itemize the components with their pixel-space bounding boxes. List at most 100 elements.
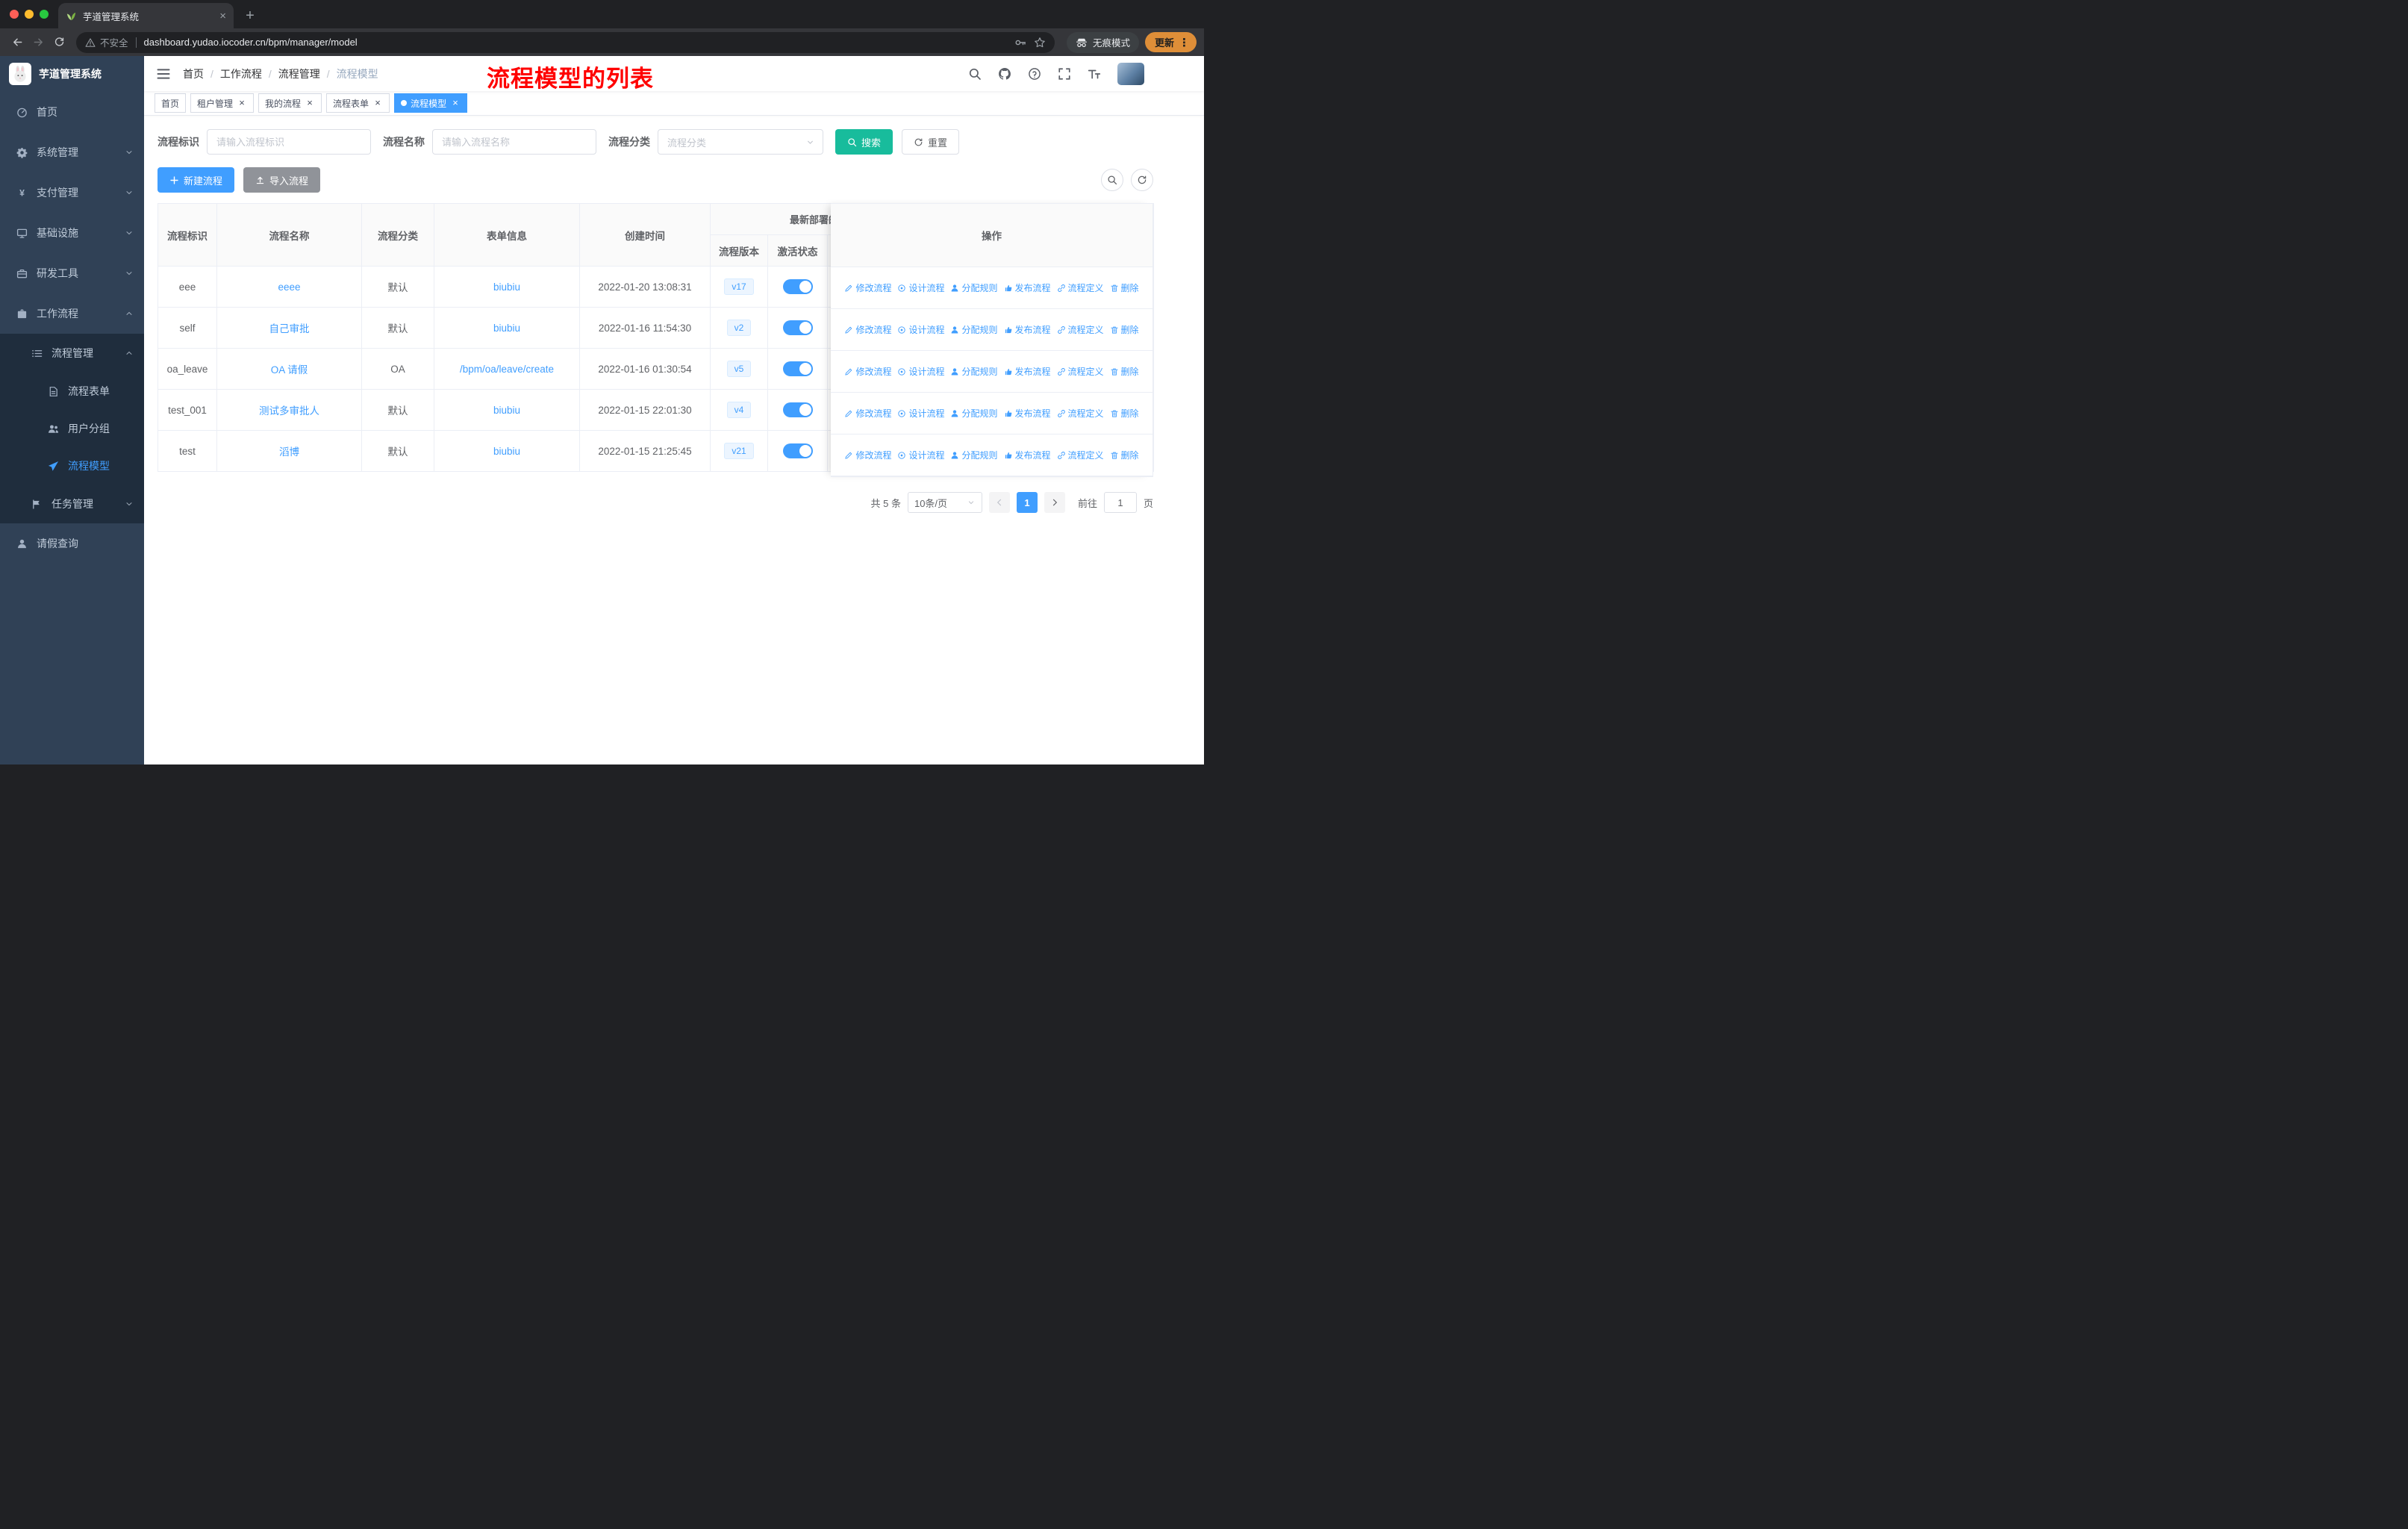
sidebar-item-workflow[interactable]: 工作流程 <box>0 293 144 334</box>
row-action-design[interactable]: 设计流程 <box>897 281 944 294</box>
browser-tab[interactable]: 芋道管理系统 × <box>58 3 234 28</box>
sidebar-item-process-form[interactable]: 流程表单 <box>0 373 144 410</box>
help-icon[interactable] <box>1028 67 1041 81</box>
close-window-button[interactable] <box>10 10 19 19</box>
tag-close-icon[interactable]: × <box>450 98 461 108</box>
row-action-delete[interactable]: 删除 <box>1110 407 1139 420</box>
font-size-icon[interactable] <box>1088 67 1101 81</box>
active-toggle[interactable] <box>782 361 813 376</box>
password-key-icon[interactable] <box>1014 37 1026 49</box>
sidebar-item-home[interactable]: 首页 <box>0 92 144 132</box>
row-action-assign[interactable]: 分配规则 <box>950 365 998 378</box>
row-action-publish[interactable]: 发布流程 <box>1004 323 1051 336</box>
active-toggle[interactable] <box>782 402 813 417</box>
tag-my-process[interactable]: 我的流程 × <box>258 93 322 113</box>
breadcrumb-item[interactable]: 流程管理 <box>278 66 320 81</box>
reload-button[interactable] <box>49 33 69 52</box>
reset-button[interactable]: 重置 <box>902 129 960 155</box>
row-action-publish[interactable]: 发布流程 <box>1004 407 1051 420</box>
row-action-edit[interactable]: 修改流程 <box>844 281 891 294</box>
row-action-assign[interactable]: 分配规则 <box>950 449 998 461</box>
row-action-assign[interactable]: 分配规则 <box>950 323 998 336</box>
row-action-design[interactable]: 设计流程 <box>897 449 944 461</box>
tab-close-icon[interactable]: × <box>219 10 226 22</box>
tag-close-icon[interactable]: × <box>305 98 315 108</box>
sidebar-item-payment-management[interactable]: ¥ 支付管理 <box>0 172 144 213</box>
row-action-delete[interactable]: 删除 <box>1110 323 1139 336</box>
row-action-edit[interactable]: 修改流程 <box>844 323 891 336</box>
new-tab-button[interactable]: + <box>240 5 261 26</box>
row-action-publish[interactable]: 发布流程 <box>1004 281 1051 294</box>
fullscreen-icon[interactable] <box>1058 67 1071 81</box>
menu-dots-icon[interactable]: ⋮ <box>1179 36 1190 49</box>
row-action-definition[interactable]: 流程定义 <box>1057 281 1104 294</box>
form-info-link[interactable]: biubiu <box>493 405 520 416</box>
tag-process-form[interactable]: 流程表单 × <box>326 93 390 113</box>
process-name-link[interactable]: 滔博 <box>279 446 299 458</box>
sidebar-item-infrastructure[interactable]: 基础设施 <box>0 213 144 253</box>
row-action-delete[interactable]: 删除 <box>1110 449 1139 461</box>
row-action-definition[interactable]: 流程定义 <box>1057 407 1104 420</box>
row-action-delete[interactable]: 删除 <box>1110 365 1139 378</box>
form-info-link[interactable]: biubiu <box>493 281 520 293</box>
breadcrumb-item[interactable]: 工作流程 <box>220 66 262 81</box>
tag-process-model[interactable]: 流程模型 × <box>394 93 468 113</box>
prev-page-button[interactable] <box>988 492 1010 513</box>
row-action-definition[interactable]: 流程定义 <box>1057 449 1104 461</box>
forward-button[interactable] <box>28 33 48 52</box>
active-toggle[interactable] <box>782 279 813 294</box>
row-action-definition[interactable]: 流程定义 <box>1057 365 1104 378</box>
row-action-edit[interactable]: 修改流程 <box>844 449 891 461</box>
breadcrumb-item[interactable]: 首页 <box>183 66 204 81</box>
security-chip[interactable]: 不安全 <box>85 35 128 49</box>
minimize-window-button[interactable] <box>25 10 34 19</box>
process-key-input[interactable] <box>207 129 371 155</box>
process-name-link[interactable]: 测试多审批人 <box>259 405 319 417</box>
search-button[interactable]: 搜索 <box>835 129 893 155</box>
tag-close-icon[interactable]: × <box>372 98 383 108</box>
active-toggle[interactable] <box>782 443 813 458</box>
active-toggle[interactable] <box>782 320 813 335</box>
next-page-button[interactable] <box>1044 492 1065 513</box>
goto-page-input[interactable] <box>1103 492 1137 513</box>
form-info-link[interactable]: biubiu <box>493 323 520 334</box>
sidebar-item-process-model[interactable]: 流程模型 <box>0 447 144 485</box>
sidebar-logo[interactable]: 芋道管理系统 <box>0 56 144 92</box>
page-size-select[interactable]: 10条/页 <box>907 492 982 513</box>
url-text[interactable]: dashboard.yudao.iocoder.cn/bpm/manager/m… <box>144 37 1010 48</box>
toggle-search-button[interactable] <box>1101 169 1123 191</box>
tag-tenant-management[interactable]: 租户管理 × <box>190 93 255 113</box>
row-action-assign[interactable]: 分配规则 <box>950 407 998 420</box>
row-action-assign[interactable]: 分配规则 <box>950 281 998 294</box>
process-name-link[interactable]: OA 请假 <box>271 364 308 376</box>
process-name-link[interactable]: 自己审批 <box>269 323 310 334</box>
refresh-table-button[interactable] <box>1131 169 1153 191</box>
row-action-design[interactable]: 设计流程 <box>897 407 944 420</box>
sidebar-item-task-management[interactable]: 任务管理 <box>0 485 144 523</box>
tag-home[interactable]: 首页 <box>155 93 187 113</box>
row-action-design[interactable]: 设计流程 <box>897 323 944 336</box>
github-icon[interactable] <box>998 67 1011 81</box>
user-avatar[interactable] <box>1117 62 1144 85</box>
zoom-window-button[interactable] <box>40 10 49 19</box>
sidebar-item-system-management[interactable]: 系统管理 <box>0 132 144 172</box>
current-page[interactable]: 1 <box>1016 492 1038 513</box>
row-action-edit[interactable]: 修改流程 <box>844 407 891 420</box>
address-bar[interactable]: 不安全 dashboard.yudao.iocoder.cn/bpm/manag… <box>76 31 1055 53</box>
back-button[interactable] <box>7 33 27 52</box>
sidebar-item-dev-tools[interactable]: 研发工具 <box>0 253 144 293</box>
row-action-definition[interactable]: 流程定义 <box>1057 323 1104 336</box>
category-select[interactable]: 流程分类 <box>658 129 823 155</box>
browser-update-button[interactable]: 更新 ⋮ <box>1144 32 1197 52</box>
import-process-button[interactable]: 导入流程 <box>243 167 321 193</box>
form-info-link[interactable]: biubiu <box>493 446 520 457</box>
process-name-link[interactable]: eeee <box>278 281 300 293</box>
row-action-publish[interactable]: 发布流程 <box>1004 449 1051 461</box>
form-info-link[interactable]: /bpm/oa/leave/create <box>460 364 554 375</box>
search-icon[interactable] <box>968 67 982 81</box>
row-action-delete[interactable]: 删除 <box>1110 281 1139 294</box>
row-action-edit[interactable]: 修改流程 <box>844 365 891 378</box>
process-name-input[interactable] <box>432 129 596 155</box>
create-process-button[interactable]: 新建流程 <box>157 167 235 193</box>
sidebar-item-leave-query[interactable]: 请假查询 <box>0 523 144 564</box>
